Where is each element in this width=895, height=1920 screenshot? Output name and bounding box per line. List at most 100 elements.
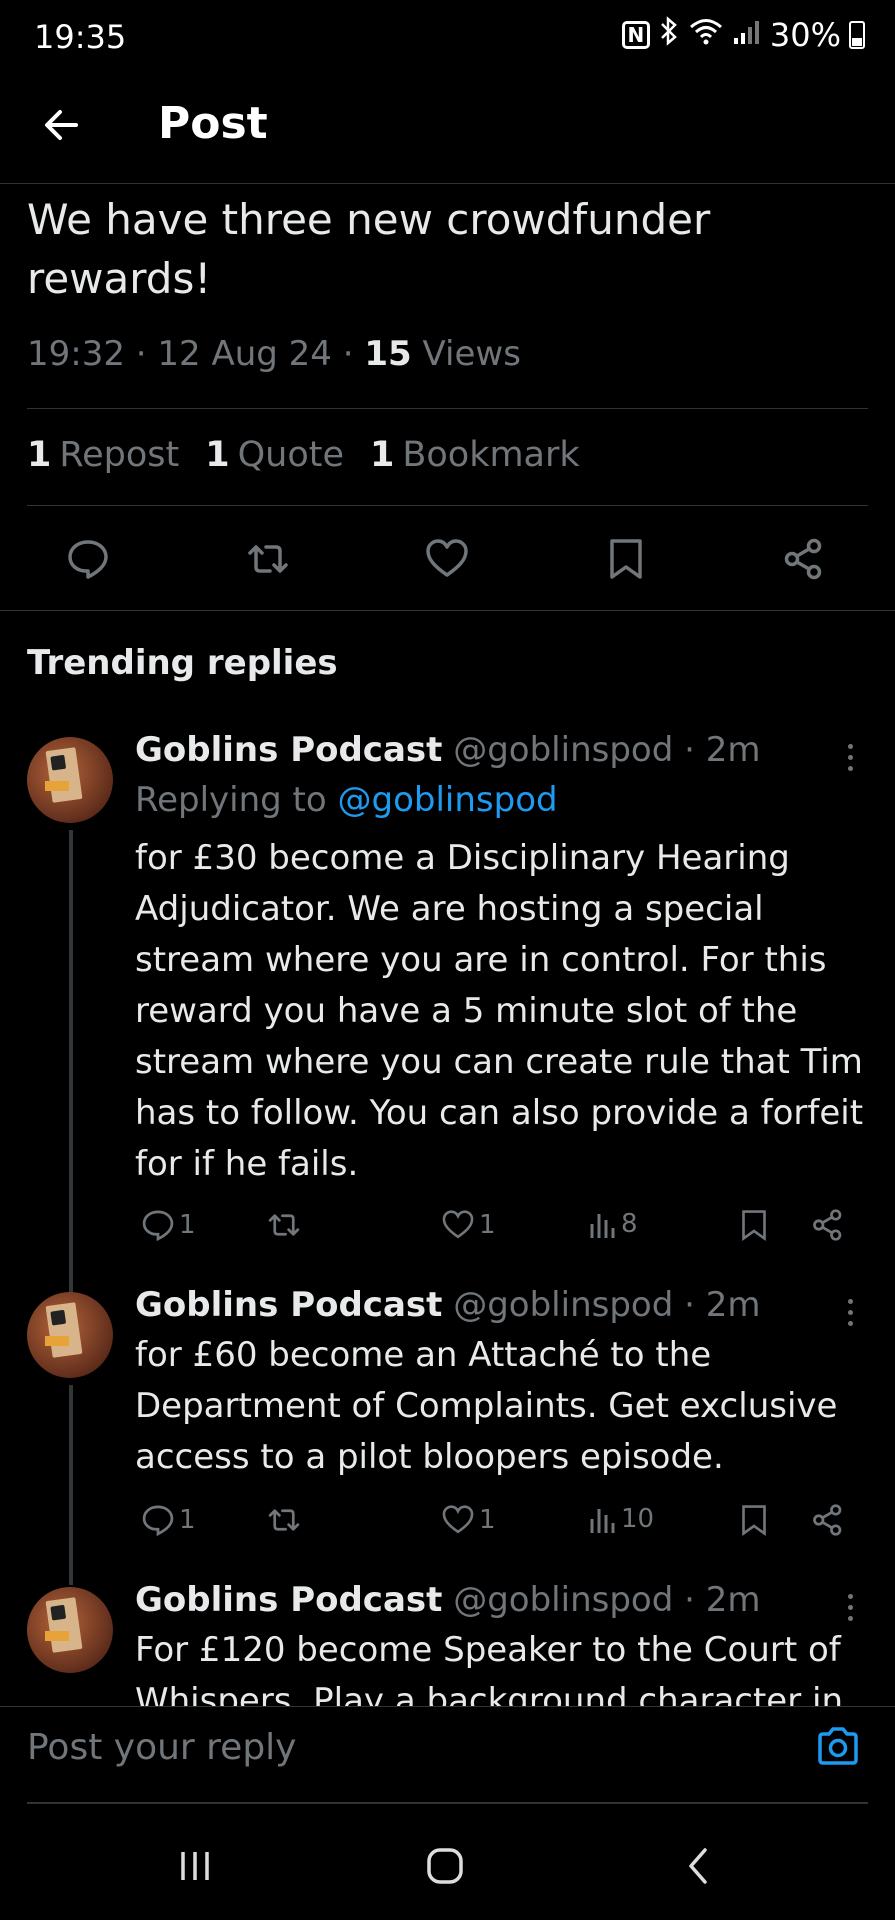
reply-comment-button[interactable]: 1 [141, 1208, 196, 1242]
heart-icon [442, 1505, 474, 1534]
reply-handle: @goblinspod · 2m [453, 730, 761, 770]
view-count: 8 [621, 1209, 638, 1239]
post-meta: 19:32 · 12 Aug 24 · 15 Views [27, 334, 521, 374]
reply-share-button[interactable] [811, 1503, 845, 1537]
bookmark-icon [742, 1505, 766, 1537]
reply-handle: @goblinspod · 2m [453, 1285, 761, 1325]
reply-author-name[interactable]: Goblins Podcast [135, 730, 442, 770]
battery-percent: 30% [769, 16, 841, 54]
reply-header: Goblins Podcast @goblinspod · 2m [135, 1580, 760, 1620]
views-chart-icon [590, 1214, 615, 1238]
reply-action-bar: 1 1 10 [135, 1503, 855, 1543]
back-arrow-icon [45, 110, 78, 140]
camera-icon [818, 1727, 858, 1765]
reply-icon [68, 540, 108, 579]
reply-repost-button[interactable] [265, 1503, 303, 1537]
trending-replies-heading: Trending replies [27, 643, 338, 683]
page-title: Post [158, 98, 268, 149]
reply-item[interactable]: Goblins Podcast @goblinspod · 2m for £60… [0, 1285, 895, 1585]
wifi-icon [688, 16, 724, 54]
reply-text: For £120 become Speaker to the Court of … [135, 1630, 844, 1706]
reply-bookmark-button[interactable] [739, 1208, 769, 1242]
reply-views-button[interactable]: 10 [589, 1503, 654, 1535]
bookmarks-count: 1 [370, 435, 395, 475]
heart-icon [426, 539, 468, 577]
reply-action-bar: 1 1 8 [135, 1208, 855, 1248]
divider [27, 505, 868, 506]
reply-bookmark-button[interactable] [739, 1503, 769, 1537]
back-button[interactable] [36, 100, 86, 150]
reply-like-button[interactable]: 1 [441, 1503, 496, 1537]
replying-mention-link[interactable]: @goblinspod [338, 780, 558, 820]
reposts-count: 1 [27, 435, 52, 475]
quotes-count: 1 [205, 435, 230, 475]
replying-prefix: Replying to [135, 780, 338, 820]
bookmarks-label: Bookmark [402, 435, 580, 475]
avatar[interactable] [27, 1587, 113, 1673]
home-button[interactable] [420, 1846, 470, 1886]
reply-author-name[interactable]: Goblins Podcast [135, 1580, 442, 1620]
like-button[interactable] [423, 535, 471, 583]
views-label: Views [411, 334, 521, 374]
divider [0, 610, 895, 611]
reply-like-button[interactable]: 1 [441, 1208, 496, 1242]
recent-apps-icon [181, 1852, 209, 1880]
more-options-icon[interactable] [845, 1594, 855, 1621]
recent-apps-button[interactable] [170, 1846, 220, 1886]
avatar[interactable] [27, 1292, 113, 1378]
reply-comment-button[interactable]: 1 [141, 1503, 196, 1537]
replying-to: Replying to @goblinspod [135, 780, 558, 820]
reply-item[interactable]: Goblins Podcast @goblinspod · 2m Replyin… [0, 730, 895, 1320]
nfc-icon: N [621, 21, 650, 49]
post-text: We have three new crowdfunder rewards! [27, 195, 711, 303]
reply-item[interactable]: Goblins Podcast @goblinspod · 2m For £12… [0, 1580, 895, 1706]
reposts-label: Repost [59, 435, 180, 475]
bookmark-button[interactable] [602, 535, 650, 583]
like-count: 1 [479, 1210, 496, 1240]
bookmark-icon [610, 539, 642, 579]
like-count: 1 [479, 1505, 496, 1535]
more-options-icon[interactable] [845, 744, 855, 771]
divider [27, 1802, 868, 1804]
app-header: Post [0, 80, 895, 184]
heart-icon [442, 1210, 474, 1239]
more-options-icon[interactable] [845, 1299, 855, 1326]
reply-count: 1 [179, 1210, 196, 1240]
reply-author-name[interactable]: Goblins Podcast [135, 1285, 442, 1325]
status-icons: N 30% [621, 16, 865, 54]
thread-line [69, 1385, 73, 1585]
thread-line [69, 830, 73, 1320]
views-chart-icon [590, 1509, 615, 1533]
camera-button[interactable] [815, 1725, 865, 1775]
post-timestamp: 19:32 · 12 Aug 24 · [27, 334, 365, 374]
status-time: 19:35 [34, 18, 127, 56]
back-nav-button[interactable] [673, 1846, 723, 1886]
share-icon [784, 538, 822, 580]
reply-count: 1 [179, 1505, 196, 1535]
reposts-stat[interactable]: 1 Repost [27, 435, 179, 475]
repost-icon [248, 545, 288, 573]
home-icon [427, 1848, 463, 1884]
reply-composer[interactable]: Post your reply [0, 1706, 895, 1806]
reply-button[interactable] [64, 535, 112, 583]
views-count: 15 [364, 334, 412, 374]
quotes-stat[interactable]: 1 Quote [205, 435, 344, 475]
avatar[interactable] [27, 737, 113, 823]
reply-input[interactable]: Post your reply [27, 1727, 296, 1768]
bluetooth-icon [658, 16, 680, 54]
reply-share-button[interactable] [811, 1208, 845, 1242]
bookmarks-stat[interactable]: 1 Bookmark [370, 435, 580, 475]
reply-text: for £60 become an Attaché to the Departm… [135, 1335, 838, 1477]
reply-repost-button[interactable] [265, 1208, 303, 1242]
divider [27, 408, 868, 409]
reply-views-button[interactable]: 8 [589, 1208, 638, 1240]
share-icon [813, 1209, 842, 1241]
share-button[interactable] [780, 535, 828, 583]
bookmark-icon [742, 1210, 766, 1242]
reply-icon [142, 1210, 174, 1242]
chevron-left-icon [689, 1848, 707, 1884]
battery-icon [849, 21, 865, 49]
repost-button[interactable] [244, 535, 292, 583]
repost-icon [268, 1509, 300, 1531]
view-count: 10 [621, 1504, 655, 1534]
